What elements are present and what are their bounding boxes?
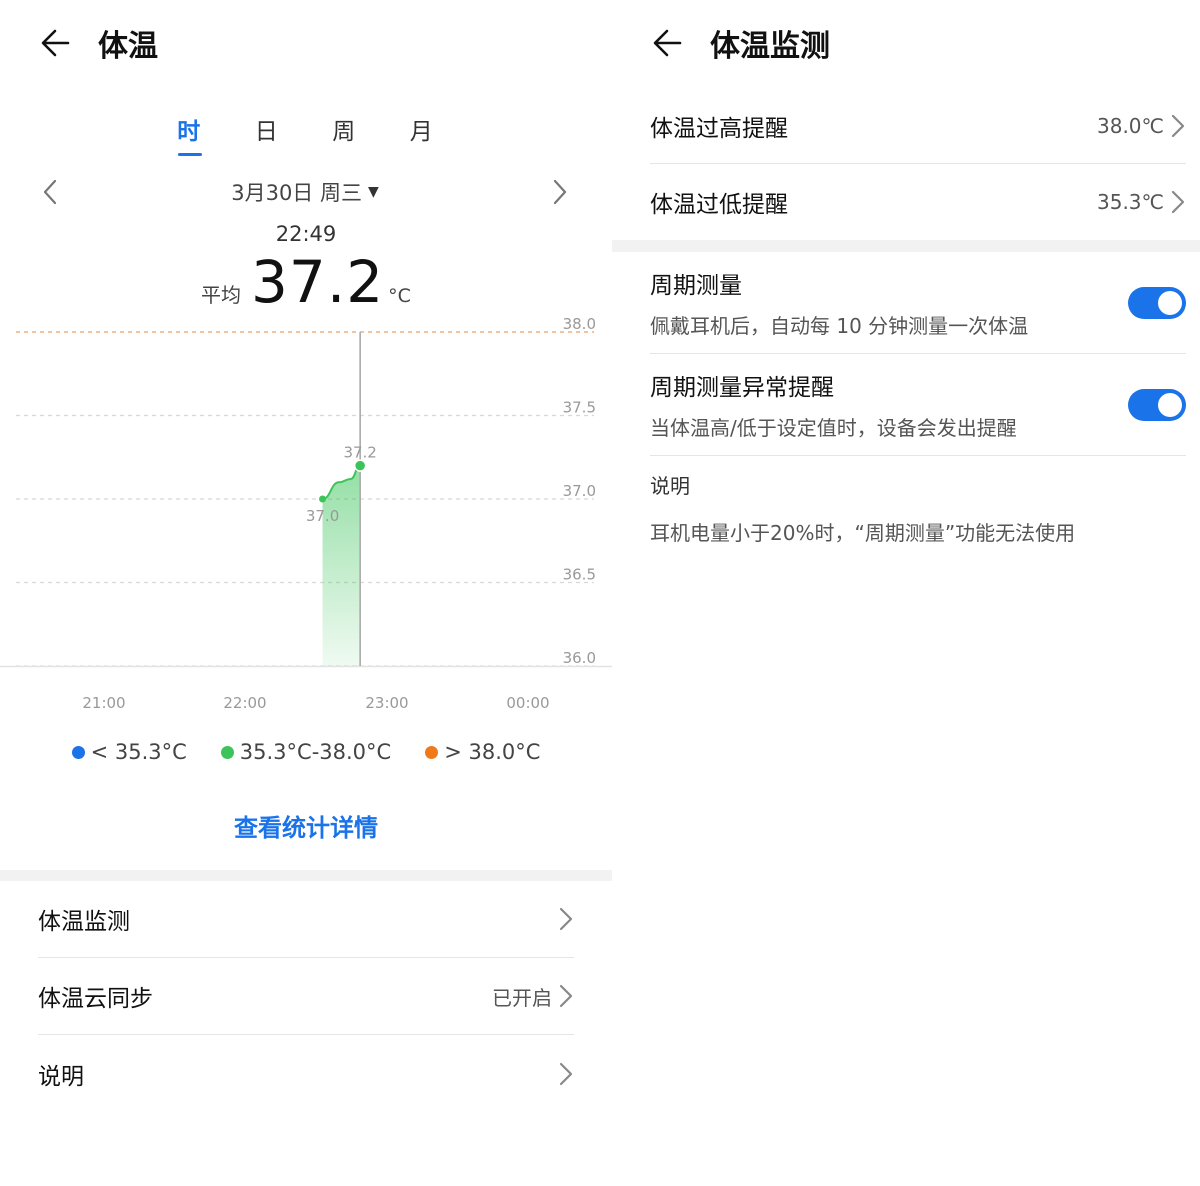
tab-hour[interactable]: 时 <box>150 112 228 156</box>
chevron-right-icon <box>558 983 574 1009</box>
abnormal-alert-description: 当体温高/低于设定值时，设备会发出提醒 <box>650 416 1017 440</box>
header: 体温 <box>34 18 158 68</box>
menu-right <box>558 906 574 932</box>
section-divider <box>612 240 1200 252</box>
menu-item-cloud-sync[interactable]: 体温云同步 已开启 <box>38 958 574 1035</box>
tab-day[interactable]: 日 <box>228 112 306 156</box>
periodic-measurement-text: 周期测量 佩戴耳机后，自动每 10 分钟测量一次体温 <box>650 266 1028 339</box>
header: 体温监测 <box>646 18 830 68</box>
temperature-monitoring-screen: 体温监测 体温过高提醒 38.0℃ 体温过低提醒 35.3℃ 周期测量 佩戴耳机… <box>612 0 1200 1186</box>
y-tick-label: 36.0 <box>563 649 596 667</box>
next-date-button[interactable] <box>540 172 580 212</box>
x-tick-label: 22:00 <box>223 694 266 712</box>
selected-time: 22:49 <box>275 222 337 246</box>
chevron-right-icon <box>1170 189 1186 215</box>
periodic-measurement-description: 佩戴耳机后，自动每 10 分钟测量一次体温 <box>650 314 1029 338</box>
note-body: 耳机电量小于20%时，“周期测量”功能无法使用 <box>650 521 1076 545</box>
switch-settings: 周期测量 佩戴耳机后，自动每 10 分钟测量一次体温 周期测量异常提醒 当体温高… <box>650 252 1186 456</box>
back-button[interactable] <box>646 21 690 65</box>
y-tick-label: 37.5 <box>563 399 596 417</box>
arrow-left-icon <box>41 29 70 57</box>
instructions-note: 说明 耳机电量小于20%时，“周期测量”功能无法使用 <box>650 470 1186 546</box>
abnormal-alert-toggle[interactable] <box>1128 388 1186 421</box>
toggle-knob <box>1158 392 1182 417</box>
page-title: 体温 <box>98 29 158 64</box>
menu-item-temperature-monitoring[interactable]: 体温监测 <box>38 881 574 958</box>
chevron-right-icon <box>1170 113 1186 139</box>
low-temperature-alert-item[interactable]: 体温过低提醒 35.3℃ <box>650 164 1186 240</box>
x-tick-label: 23:00 <box>365 694 408 712</box>
legend-dot-high <box>425 745 439 759</box>
menu-label: 体温云同步 <box>38 986 153 1012</box>
date-navigator: 3月30日 周三 ▼ <box>30 172 580 212</box>
menu-label: 说明 <box>38 1063 84 1090</box>
temperature-screen: 体温 时 日 周 月 3月30日 周三 ▼ 22:49 平均 37.2 °C 3… <box>0 0 612 1186</box>
abnormal-alert-title: 周期测量异常提醒 <box>650 375 834 401</box>
periodic-measurement-title: 周期测量 <box>650 273 742 299</box>
periodic-measurement-item: 周期测量 佩戴耳机后，自动每 10 分钟测量一次体温 <box>650 252 1186 354</box>
abnormal-alert-item: 周期测量异常提醒 当体温高/低于设定值时，设备会发出提醒 <box>650 354 1186 456</box>
temperature-chart[interactable]: 38.0 37.5 37.0 36.5 36.0 21:00 22:00 23:00 00:00… <box>0 300 612 720</box>
threshold-settings: 体温过高提醒 38.0℃ 体温过低提醒 35.3℃ <box>650 88 1186 240</box>
legend-label-high: > 38.0°C <box>444 740 541 764</box>
arrow-left-icon <box>653 29 682 57</box>
date-selector[interactable]: 3月30日 周三 ▼ <box>231 177 379 207</box>
chevron-right-icon <box>558 1061 574 1087</box>
y-tick-label: 38.0 <box>563 315 596 333</box>
settings-menu: 体温监测 体温云同步 已开启 说明 <box>38 881 574 1112</box>
caret-down-icon: ▼ <box>367 184 379 200</box>
data-label: 37.2 <box>343 444 376 462</box>
back-button[interactable] <box>34 21 78 65</box>
y-tick-label: 37.0 <box>563 482 596 500</box>
legend-item-low: < 35.3°C <box>71 740 187 764</box>
page-title: 体温监测 <box>710 29 830 64</box>
high-alert-value: 38.0℃ <box>1097 113 1164 138</box>
y-tick-label: 36.5 <box>563 566 596 584</box>
previous-date-button[interactable] <box>30 172 70 212</box>
date-label: 3月30日 周三 <box>231 181 362 205</box>
abnormal-alert-text: 周期测量异常提醒 当体温高/低于设定值时，设备会发出提醒 <box>650 368 1017 441</box>
low-alert-value-group: 35.3℃ <box>1097 189 1186 215</box>
cloud-sync-status: 已开启 <box>492 985 552 1010</box>
legend-item-high: > 38.0°C <box>425 740 540 764</box>
periodic-measurement-toggle[interactable] <box>1128 286 1186 319</box>
menu-item-instructions[interactable]: 说明 <box>38 1035 574 1112</box>
view-statistics-link[interactable]: 查看统计详情 <box>0 808 612 843</box>
menu-right: 已开启 <box>492 982 574 1011</box>
chart-legend: < 35.3°C 35.3°C-38.0°C > 38.0°C <box>0 740 612 764</box>
menu-label: 体温监测 <box>38 909 130 935</box>
x-tick-label: 00:00 <box>506 694 549 712</box>
legend-item-normal: 35.3°C-38.0°C <box>220 740 392 764</box>
data-point <box>353 459 367 472</box>
data-label: 37.0 <box>306 507 339 525</box>
chevron-right-icon <box>558 906 574 932</box>
legend-label-low: < 35.3°C <box>90 740 187 764</box>
low-alert-label: 体温过低提醒 <box>650 192 788 218</box>
tab-month[interactable]: 月 <box>383 112 461 156</box>
x-tick-label: 21:00 <box>82 694 125 712</box>
menu-right <box>558 1061 574 1087</box>
legend-dot-low <box>71 745 85 759</box>
data-point <box>319 495 327 503</box>
note-title: 说明 <box>650 474 690 498</box>
chevron-left-icon <box>43 179 57 205</box>
high-alert-value-group: 38.0℃ <box>1097 113 1186 139</box>
legend-label-normal: 35.3°C-38.0°C <box>239 740 392 764</box>
legend-dot-normal <box>220 745 234 759</box>
section-divider <box>0 870 612 881</box>
period-tabs: 时 日 周 月 <box>150 112 460 156</box>
tab-week[interactable]: 周 <box>305 112 383 156</box>
low-alert-value: 35.3℃ <box>1097 190 1164 214</box>
high-alert-label: 体温过高提醒 <box>650 115 788 142</box>
high-temperature-alert-item[interactable]: 体温过高提醒 38.0℃ <box>650 88 1186 164</box>
chevron-right-icon <box>553 179 567 205</box>
toggle-knob <box>1158 290 1182 315</box>
